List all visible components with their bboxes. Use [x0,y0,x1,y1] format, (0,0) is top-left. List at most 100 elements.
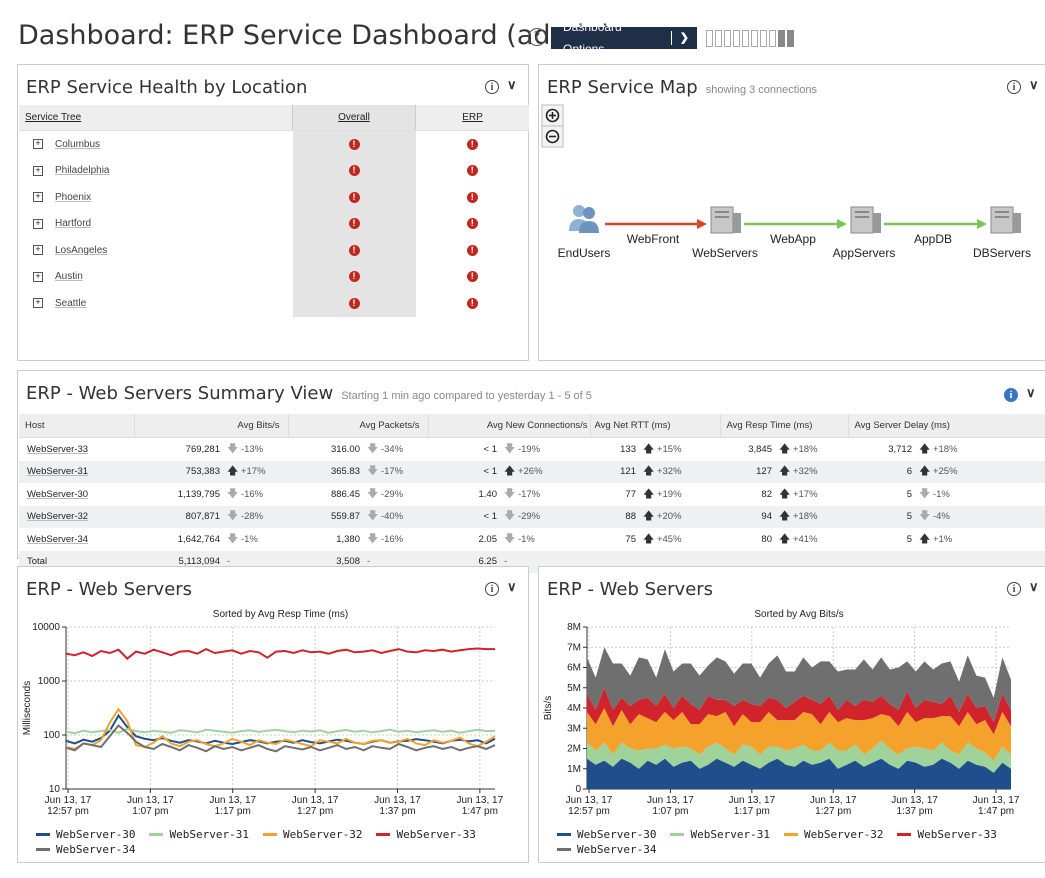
host-link[interactable]: WebServer-34 [27,534,88,545]
expand-icon[interactable]: + [33,245,43,256]
column-header-packets[interactable]: Avg Packets/s [287,414,428,438]
legend-item[interactable]: WebServer-33 [376,828,476,841]
conn-change: 🡇 -17% [503,483,590,506]
change-value: +41% [792,533,818,545]
erp-status-cell: ! [416,211,530,238]
expand-icon[interactable]: + [33,165,43,176]
table-row: WebServer-34 1,642,764 🡇 -1% 1,380 🡇 -16% 2.0… [19,528,1045,551]
expand-icon[interactable]: + [33,298,43,309]
alert-icon[interactable]: ! [466,191,478,203]
y-tick-label: 3M [567,723,581,734]
change-value: -40% [380,511,404,523]
location-link[interactable]: Austin [55,271,83,282]
chevron-down-icon[interactable]: ∨ [1029,579,1039,595]
location-link[interactable]: Columbus [55,139,100,150]
column-header-service-tree[interactable]: Service Tree [19,105,293,131]
pkts-change: 🡇 -40% [366,505,428,528]
info-icon[interactable]: i [1007,80,1021,94]
info-icon[interactable]: i [1007,582,1021,596]
legend-item[interactable]: WebServer-31 [149,828,249,841]
erp-status-cell: ! [416,158,530,185]
column-header-overall[interactable]: Overall [292,105,416,131]
column-header-resp-time[interactable]: Avg Resp Time (ms) [719,414,848,438]
legend-item[interactable]: WebServer-30 [557,828,656,841]
alert-icon[interactable]: ! [466,165,478,177]
legend-item[interactable]: WebServer-30 [36,828,135,841]
chevron-down-icon[interactable]: ∨ [1026,385,1036,401]
legend-item[interactable]: WebServer-32 [262,828,362,841]
arrow-down-icon: 🡇 [919,487,931,500]
x-tick-label: Jun 13, 17 1:27 pm [292,795,339,817]
alert-icon[interactable]: ! [348,218,360,230]
server-icon[interactable] [710,206,741,234]
column-header-connections[interactable]: Avg New Connections/s [427,414,590,438]
column-header-server-delay[interactable]: Avg Server Delay (ms) [847,414,1045,438]
alert-icon[interactable]: ! [466,297,478,309]
arrow-up-icon: 🡅 [643,510,655,523]
column-header-host[interactable]: Host [19,414,134,438]
location-link[interactable]: Phoenix [55,192,91,203]
chevron-down-icon[interactable]: ∨ [507,579,517,595]
chevron-down-icon[interactable]: ∨ [507,77,517,93]
server-icon[interactable] [990,206,1021,234]
loader-segment [724,30,731,47]
change-value: -1% [517,533,535,545]
resp-value: 82 [761,488,772,500]
legend-item[interactable]: WebServer-34 [557,843,656,856]
legend-item[interactable]: WebServer-31 [670,828,770,841]
host-link[interactable]: WebServer-32 [27,511,88,522]
host-link[interactable]: WebServer-30 [27,489,88,500]
alert-icon[interactable]: ! [348,165,360,177]
pkts-value: 365.83 [288,460,366,483]
legend-swatch [557,848,571,851]
host-link[interactable]: WebServer-31 [27,466,88,477]
expand-icon[interactable]: + [33,218,43,229]
legend-item[interactable]: WebServer-33 [897,828,997,841]
alert-icon[interactable]: ! [348,297,360,309]
chart-panel-title: ERP - Web Servers [26,579,193,600]
overall-status-cell: ! [292,237,416,264]
conn-value: < 1 [483,443,497,455]
legend-item[interactable]: WebServer-34 [36,843,135,856]
delay-value: 5 [906,533,912,545]
alert-icon[interactable]: ! [348,191,360,203]
legend-item[interactable]: WebServer-32 [783,828,883,841]
loading-indicator [706,30,794,47]
y-axis-label: Bits/s [543,696,554,720]
alert-icon[interactable]: ! [348,244,360,256]
alert-icon[interactable]: ! [466,138,478,150]
chevron-down-icon[interactable]: ∨ [1029,77,1039,93]
location-link[interactable]: Seattle [55,298,86,309]
users-icon[interactable] [569,205,599,233]
alert-icon[interactable]: ! [348,138,360,150]
info-icon[interactable]: i [485,80,499,94]
conn-value: < 1 [428,460,503,483]
info-icon[interactable]: i [485,582,499,596]
expand-icon[interactable]: + [33,192,43,203]
host-link[interactable]: WebServer-33 [27,444,88,455]
server-icon[interactable] [850,206,881,234]
location-link[interactable]: LosAngeles [55,245,107,256]
alert-icon[interactable]: ! [466,244,478,256]
help-icon[interactable]: ? [528,28,546,46]
chevron-down-icon[interactable]: ❯ [680,27,689,49]
location-link[interactable]: Hartford [55,218,91,229]
erp-status-cell: ! [416,237,530,264]
zoom-out-button[interactable] [541,125,564,148]
info-icon[interactable]: i [1004,388,1018,402]
rtt-value: 77 [625,488,636,500]
expand-icon[interactable]: + [33,271,43,282]
alert-icon[interactable]: ! [348,271,360,283]
legend-swatch [557,833,571,836]
chart-title: Sorted by Avg Bits/s [754,609,843,620]
location-link[interactable]: Philadelphia [55,165,110,176]
alert-icon[interactable]: ! [466,218,478,230]
expand-icon[interactable]: + [33,139,43,150]
alert-icon[interactable]: ! [466,271,478,283]
column-header-erp[interactable]: ERP [415,105,529,131]
column-header-bits[interactable]: Avg Bits/s [133,414,288,438]
column-header-rtt[interactable]: Avg Net RTT (ms) [589,414,720,438]
zoom-in-button[interactable] [541,104,564,127]
host-cell: WebServer-30 [19,483,134,506]
dashboard-options-button[interactable]: Dashboard Options ❯ [551,20,697,56]
